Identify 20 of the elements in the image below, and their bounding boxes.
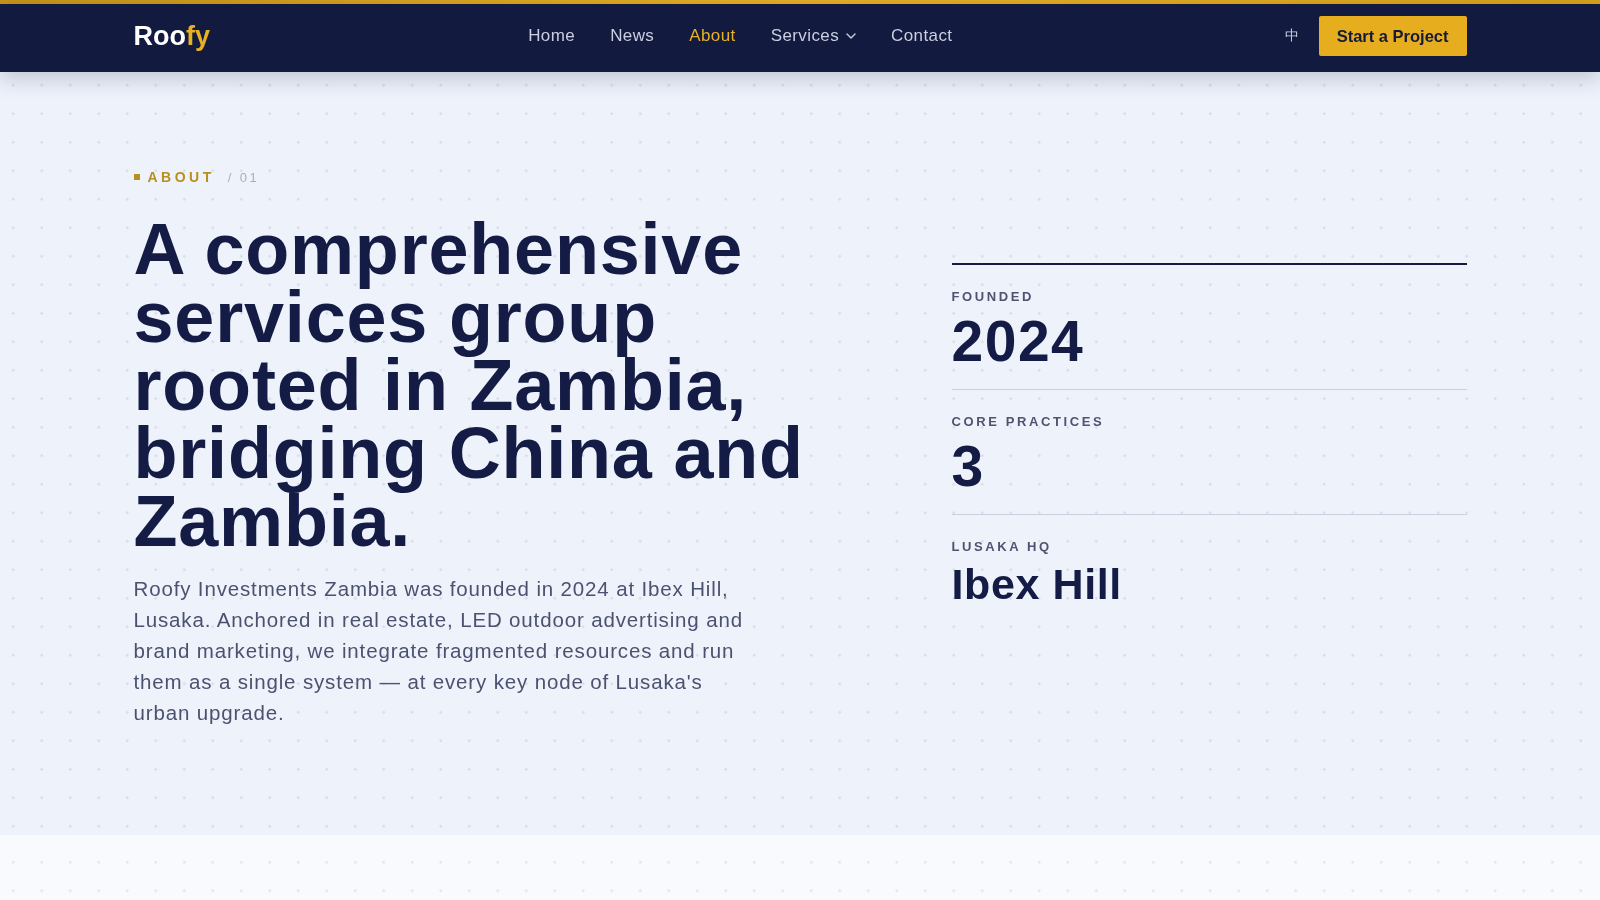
description: Roofy Investments Zambia was founded in 2024 at Ibex Hill, Lusaka. Anchored in real estate, LED outdoor advertising and brand marketing, we integrate fragmented resources and run them as a single system — at every key node of Lusaka's urban upgrade. <box>133 576 744 726</box>
section-label: ABOUT <box>147 169 215 185</box>
headline: A comprehensive services group rooted in Zambia, bridging China and Zambia. <box>133 215 805 555</box>
stat-label: FOUNDED <box>951 289 1035 305</box>
language-toggle[interactable]: 中 <box>1284 27 1299 45</box>
section-number: / 01 <box>227 169 260 185</box>
logo-wordmark[interactable]: Roofy <box>133 20 210 52</box>
stat-value: 3 <box>951 438 986 494</box>
stat-value: Ibex Hill <box>951 561 1123 607</box>
start-project-button[interactable]: Start a Project <box>1318 16 1467 56</box>
stat-label: LUSAKA HQ <box>951 539 1053 555</box>
nav-link[interactable]: Services <box>770 26 857 46</box>
chevron-down-icon <box>846 33 857 39</box>
stat-label: CORE PRACTICES <box>951 414 1106 430</box>
square-bullet-icon <box>133 174 140 180</box>
nav-link[interactable]: Contact <box>891 26 953 46</box>
stat-value: 2024 <box>951 313 1086 369</box>
nav-link[interactable]: Home <box>528 26 576 46</box>
nav-link[interactable]: About <box>689 26 736 46</box>
nav-link[interactable]: News <box>610 26 655 46</box>
